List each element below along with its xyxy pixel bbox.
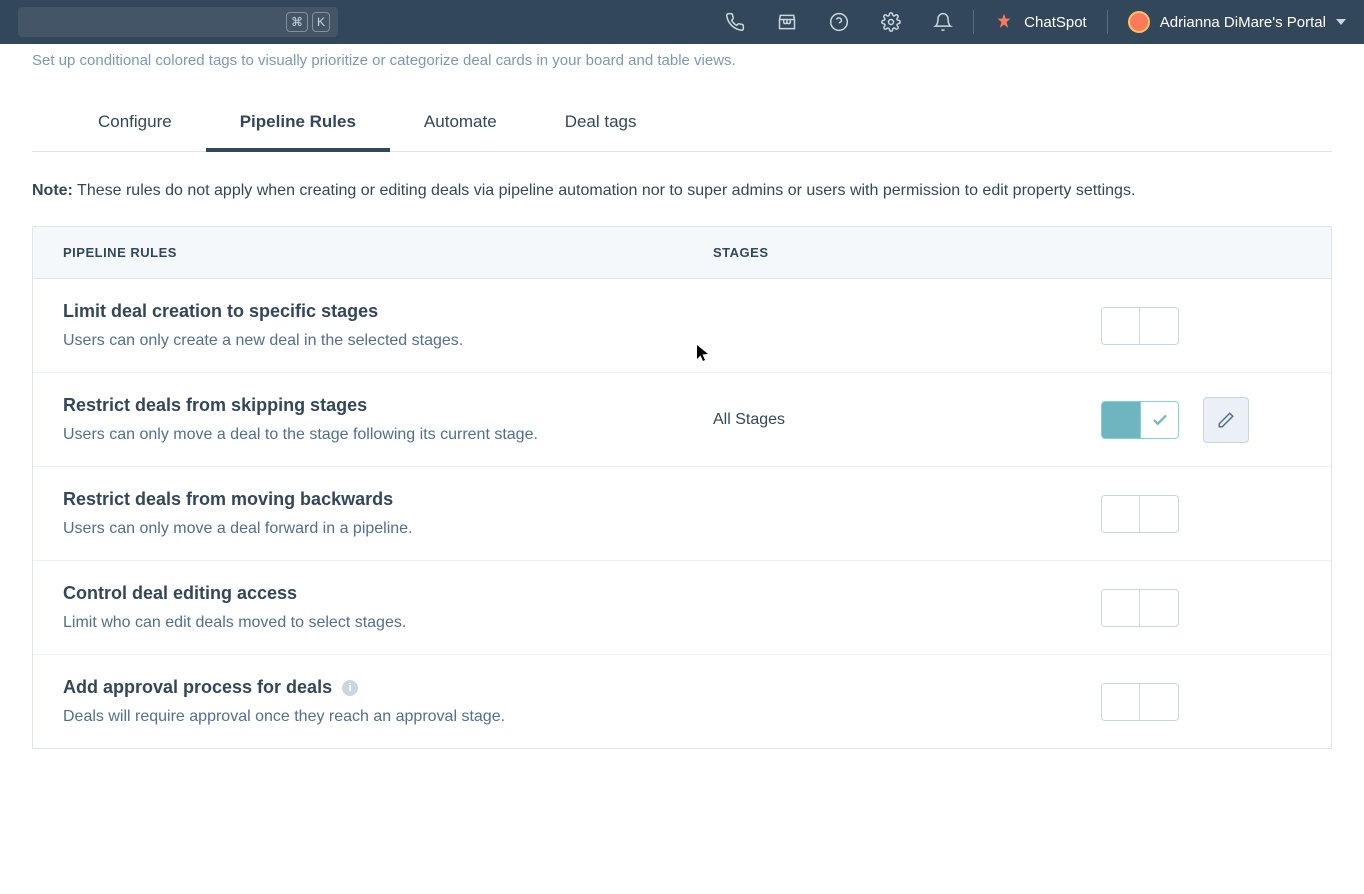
rule-title: Restrict deals from skipping stages	[63, 395, 713, 416]
check-icon	[1140, 402, 1178, 438]
tab-deal-tags[interactable]: Deal tags	[531, 96, 671, 151]
rule-title: Limit deal creation to specific stages	[63, 301, 713, 322]
avatar	[1128, 11, 1150, 33]
notifications-icon[interactable]	[933, 12, 953, 32]
portal-switcher[interactable]: Adrianna DiMare's Portal	[1128, 11, 1346, 33]
top-navigation: ⌘ K ChatSpot Adrianna DiMare's Portal	[0, 0, 1364, 44]
tab-configure[interactable]: Configure	[64, 96, 206, 151]
rule-desc: Users can only create a new deal in the …	[63, 332, 713, 350]
phone-icon[interactable]	[725, 12, 745, 32]
portal-label: Adrianna DiMare's Portal	[1160, 14, 1326, 31]
note-label: Note:	[32, 182, 73, 199]
rule-title: Control deal editing access	[63, 583, 713, 604]
note-text: Note: These rules do not apply when crea…	[32, 180, 1332, 202]
rule-desc: Deals will require approval once they re…	[63, 708, 713, 726]
info-icon[interactable]: i	[342, 680, 358, 696]
rule-toggle[interactable]	[1101, 307, 1179, 345]
global-search[interactable]: ⌘ K	[18, 7, 338, 37]
kbd-k-icon: K	[312, 12, 330, 32]
rule-stage: All Stages	[713, 411, 1101, 429]
table-row: Control deal editing access Limit who ca…	[33, 561, 1331, 655]
rule-toggle[interactable]	[1101, 495, 1179, 533]
divider	[1107, 10, 1108, 34]
help-icon[interactable]	[829, 12, 849, 32]
chevron-down-icon	[1336, 19, 1346, 25]
note-body: These rules do not apply when creating o…	[73, 182, 1136, 199]
table-row: Restrict deals from skipping stages User…	[33, 373, 1331, 467]
page-content: Set up conditional colored tags to visua…	[0, 44, 1364, 749]
settings-icon[interactable]	[881, 12, 901, 32]
pipeline-rules-table: PIPELINE RULES STAGES Limit deal creatio…	[32, 226, 1332, 749]
rule-toggle[interactable]	[1101, 589, 1179, 627]
rule-toggle[interactable]	[1101, 683, 1179, 721]
tab-pipeline-rules[interactable]: Pipeline Rules	[206, 96, 390, 152]
edit-button[interactable]	[1203, 397, 1249, 443]
table-row: Limit deal creation to specific stages U…	[33, 279, 1331, 373]
topnav-icons	[725, 12, 953, 32]
header-stages: STAGES	[713, 245, 1101, 260]
chatspot-label: ChatSpot	[1024, 14, 1087, 31]
chatspot-icon	[994, 12, 1014, 32]
rule-title-text: Add approval process for deals	[63, 677, 332, 698]
table-header: PIPELINE RULES STAGES	[33, 227, 1331, 279]
pencil-icon	[1217, 411, 1235, 429]
marketplace-icon[interactable]	[777, 12, 797, 32]
table-row: Add approval process for deals i Deals w…	[33, 655, 1331, 748]
header-rules: PIPELINE RULES	[63, 245, 713, 260]
tab-automate[interactable]: Automate	[390, 96, 531, 151]
table-row: Restrict deals from moving backwards Use…	[33, 467, 1331, 561]
rule-toggle[interactable]	[1101, 401, 1179, 439]
tabs: Configure Pipeline Rules Automate Deal t…	[32, 96, 1332, 152]
chatspot-button[interactable]: ChatSpot	[994, 12, 1087, 32]
kbd-cmd-icon: ⌘	[286, 12, 308, 32]
rule-title: Restrict deals from moving backwards	[63, 489, 713, 510]
rule-desc: Users can only move a deal forward in a …	[63, 520, 713, 538]
divider	[973, 10, 974, 34]
rule-title: Add approval process for deals i	[63, 677, 713, 698]
rule-desc: Limit who can edit deals moved to select…	[63, 614, 713, 632]
page-description: Set up conditional colored tags to visua…	[32, 50, 762, 72]
rule-desc: Users can only move a deal to the stage …	[63, 426, 713, 444]
